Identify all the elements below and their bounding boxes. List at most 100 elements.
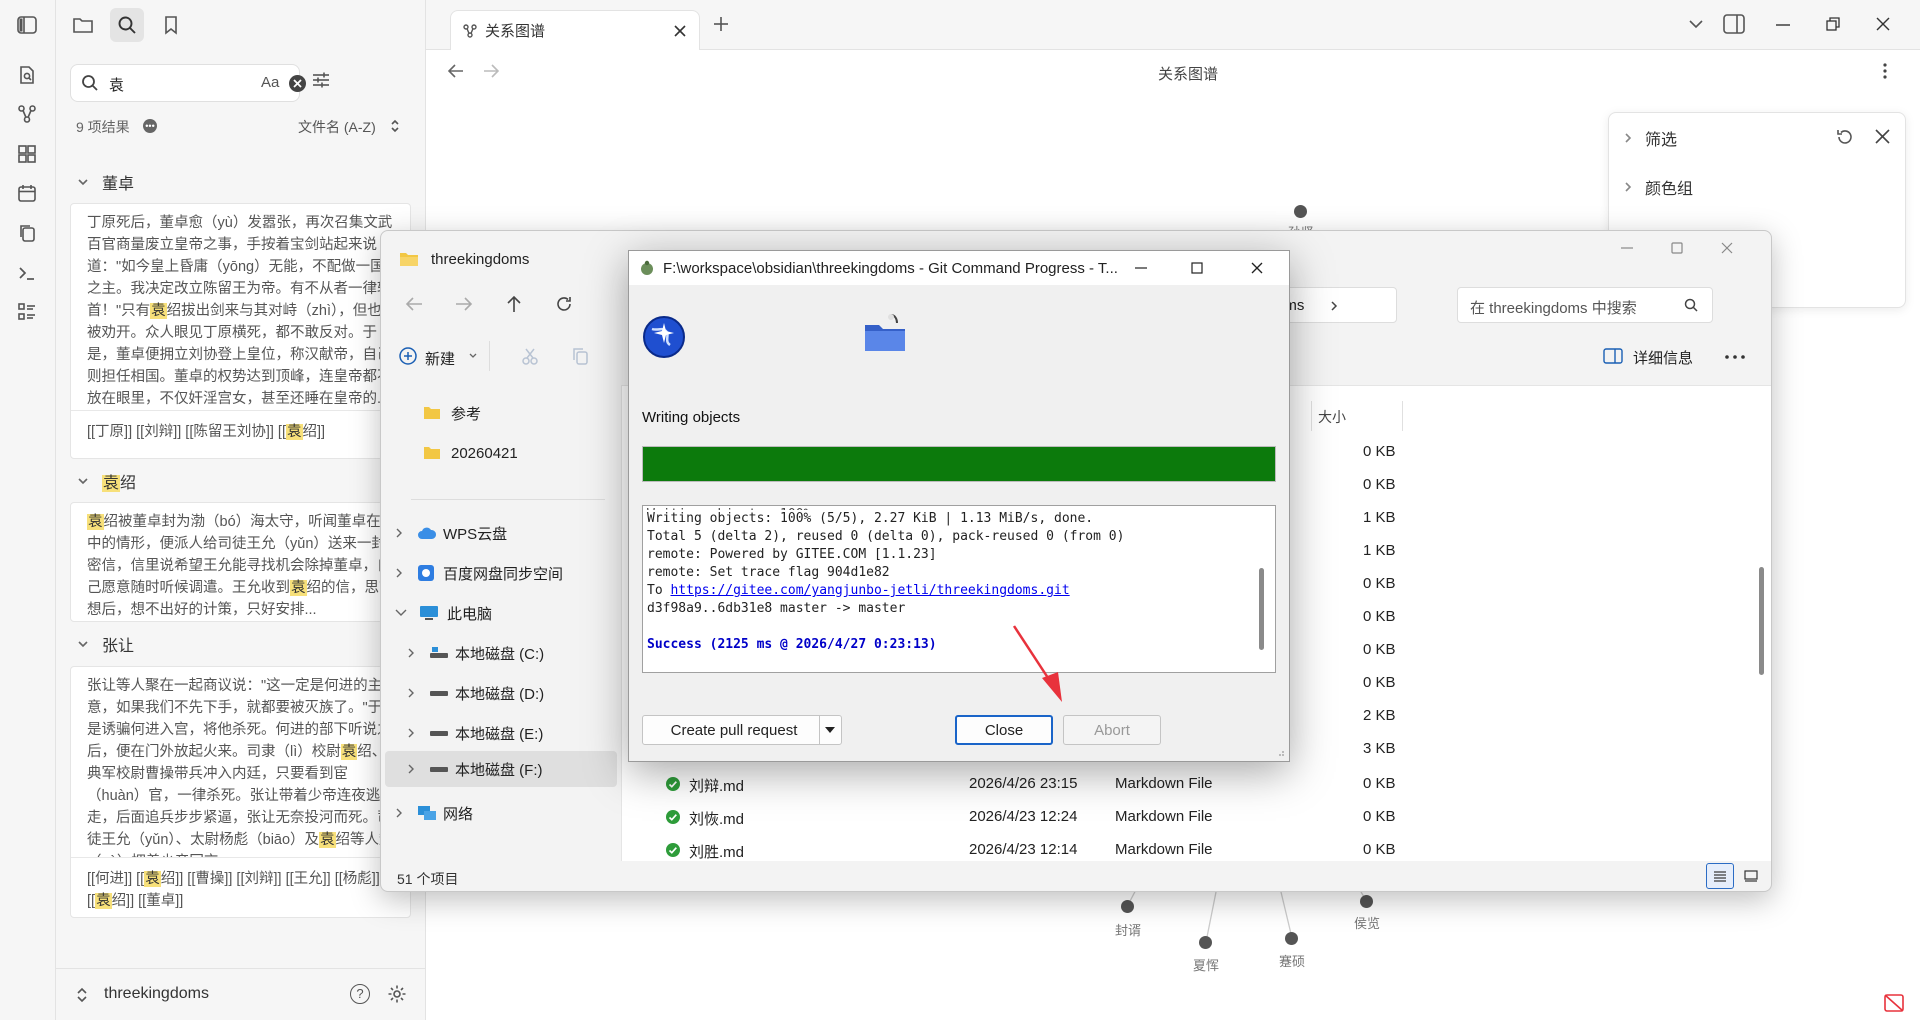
maximize-button[interactable] xyxy=(1169,251,1225,285)
file-row[interactable]: 刘辩.md 2026/4/26 23:15 Markdown File 0 KB xyxy=(665,767,1665,800)
chevron-right-icon[interactable] xyxy=(395,807,403,819)
graph-node[interactable] xyxy=(1294,205,1307,218)
search-placeholder[interactable]: 在 threekingdoms 中搜索 xyxy=(1470,297,1637,318)
repo-link[interactable]: https://gitee.com/yangjunbo-jetli/threek… xyxy=(670,583,1069,598)
tree-item-20260421[interactable]: 20260421 xyxy=(423,435,518,471)
output-log[interactable]: Writing objects: 100% Writing objects: 1… xyxy=(642,505,1276,673)
search-input-box[interactable]: 袁 Aa xyxy=(70,64,306,102)
tree-item-wps[interactable]: WPS云盘 xyxy=(395,515,507,551)
resize-grip-icon[interactable] xyxy=(1275,747,1285,757)
search-tab-icon[interactable] xyxy=(110,8,144,42)
match-case-toggle[interactable]: Aa xyxy=(261,74,279,91)
maximize-icon[interactable] xyxy=(1671,242,1683,254)
sync-error-icon[interactable] xyxy=(1883,993,1905,1013)
graph-view-icon[interactable] xyxy=(14,101,40,127)
sidebar-toggle-icon[interactable] xyxy=(14,12,40,38)
file-explorer-icon[interactable] xyxy=(66,8,100,42)
file-row[interactable]: 刘胜.md 2026/4/23 12:14 Markdown File 0 KB xyxy=(665,833,1665,866)
collapse-chevron-icon[interactable] xyxy=(76,175,90,189)
result-group-yuanshao[interactable]: 袁绍 xyxy=(76,466,136,496)
close-dialog-button[interactable]: Close xyxy=(955,715,1053,745)
result-group-zhangrang[interactable]: 张让 xyxy=(76,629,134,659)
back-arrow-icon[interactable] xyxy=(403,293,425,315)
vault-switcher-icon[interactable] xyxy=(76,986,88,1004)
file-name[interactable]: 刘恢.md xyxy=(689,808,744,829)
details-view-button[interactable] xyxy=(1706,863,1734,889)
close-button[interactable] xyxy=(1229,251,1285,285)
refresh-icon[interactable] xyxy=(553,293,575,315)
minimize-button[interactable] xyxy=(1113,251,1169,285)
forward-arrow-icon[interactable] xyxy=(453,293,475,315)
chevron-right-icon[interactable] xyxy=(407,727,415,739)
file-name[interactable]: 刘胜.md xyxy=(689,841,744,862)
close-window-icon[interactable] xyxy=(1721,242,1733,254)
copy-icon[interactable] xyxy=(571,347,589,365)
breadcrumb-chevron-icon[interactable] xyxy=(1330,300,1338,312)
tree-item-drive-e[interactable]: 本地磁盘 (E:) xyxy=(407,715,543,751)
chevron-down-icon[interactable] xyxy=(395,609,407,617)
tiles-view-icon[interactable] xyxy=(1744,870,1758,882)
details-button[interactable]: 详细信息 xyxy=(1633,347,1693,368)
cut-icon[interactable] xyxy=(521,347,539,365)
tree-item-drive-c[interactable]: 本地磁盘 (C:) xyxy=(407,635,544,671)
graph-node[interactable] xyxy=(1285,932,1298,945)
filter-section[interactable]: 筛选 xyxy=(1623,126,1677,150)
sort-chevron-icon[interactable] xyxy=(390,118,400,134)
tree-item-network[interactable]: 网络 xyxy=(395,795,473,831)
reset-icon[interactable] xyxy=(1835,127,1855,147)
chevron-right-icon[interactable] xyxy=(407,647,415,659)
tree-item-reference[interactable]: 参考 xyxy=(423,395,481,431)
graph-node[interactable] xyxy=(1360,895,1373,908)
close-panel-icon[interactable] xyxy=(1875,129,1890,144)
settings-gear-icon[interactable] xyxy=(387,984,407,1004)
more-options-icon[interactable]: ••• xyxy=(143,119,157,133)
scrollbar-thumb[interactable] xyxy=(1759,567,1764,675)
file-name[interactable]: 刘辩.md xyxy=(689,775,744,796)
open-quick-switcher-icon[interactable] xyxy=(14,62,40,88)
dropdown-arrow-icon[interactable] xyxy=(825,727,835,733)
search-settings-icon[interactable] xyxy=(311,70,331,90)
help-icon[interactable]: ? xyxy=(350,984,370,1004)
details-pane-icon[interactable] xyxy=(1603,348,1623,364)
search-result-card[interactable]: 丁原死后，董卓愈（yù）发嚣张，再次召集文武百官商量废立皇帝之事，手按着宝剑站起… xyxy=(70,203,411,459)
size-column-header[interactable]: 大小 xyxy=(1318,407,1346,427)
collapse-chevron-icon[interactable] xyxy=(76,637,90,651)
log-scrollbar-thumb[interactable] xyxy=(1259,568,1264,650)
minimize-icon[interactable] xyxy=(1621,247,1633,249)
tree-item-baidu[interactable]: 百度网盘同步空间 xyxy=(395,555,563,591)
terminal-icon[interactable] xyxy=(14,260,40,286)
create-pull-request-button[interactable]: Create pull request xyxy=(642,715,842,745)
calendar-icon[interactable] xyxy=(14,180,40,206)
clear-search-icon[interactable] xyxy=(289,75,306,92)
chevron-right-icon[interactable] xyxy=(407,687,415,699)
tree-item-drive-f[interactable]: 本地磁盘 (F:) xyxy=(385,751,617,787)
templates-icon[interactable] xyxy=(14,299,40,325)
new-button[interactable]: 新建 xyxy=(425,348,455,369)
result-group-dongzhuo[interactable]: 董卓 2 xyxy=(76,167,456,197)
chevron-right-icon[interactable] xyxy=(395,527,403,539)
new-plus-icon[interactable] xyxy=(399,347,417,365)
tree-item-this-pc[interactable]: 此电脑 xyxy=(395,595,492,631)
chevron-right-icon[interactable] xyxy=(395,567,403,579)
abort-button[interactable]: Abort xyxy=(1063,715,1161,745)
search-result-card[interactable]: 张让等人聚在一起商议说："这一定是何进的主意，如果我们不先下手，就都要被灭族了。… xyxy=(70,666,411,918)
copy-icon[interactable] xyxy=(14,220,40,246)
chevron-down-icon[interactable] xyxy=(469,353,477,359)
graph-node[interactable] xyxy=(1121,900,1134,913)
file-type: Markdown File xyxy=(1115,775,1213,792)
bookmark-icon[interactable] xyxy=(154,8,188,42)
tree-item-drive-d[interactable]: 本地磁盘 (D:) xyxy=(407,675,544,711)
up-arrow-icon[interactable] xyxy=(503,293,525,315)
collapse-chevron-icon[interactable] xyxy=(76,474,90,488)
more-options-icon[interactable] xyxy=(1725,355,1745,359)
search-result-card[interactable]: 袁绍被董卓封为渤（bó）海太守，听闻董卓在朝中的情形，便派人给司徒王允（yǔn）… xyxy=(70,502,411,622)
explorer-search-box[interactable]: 在 threekingdoms 中搜索 xyxy=(1457,287,1713,323)
color-group-section[interactable]: 颜色组 xyxy=(1623,175,1693,199)
file-row[interactable]: 刘恢.md 2026/4/23 12:24 Markdown File 0 KB xyxy=(665,800,1665,833)
vault-name[interactable]: threekingdoms xyxy=(104,985,209,1003)
canvas-icon[interactable] xyxy=(14,141,40,167)
search-query[interactable]: 袁 xyxy=(109,74,124,95)
sort-order[interactable]: 文件名 (A-Z) xyxy=(298,117,376,137)
graph-node[interactable] xyxy=(1199,936,1212,949)
chevron-right-icon[interactable] xyxy=(407,763,415,775)
